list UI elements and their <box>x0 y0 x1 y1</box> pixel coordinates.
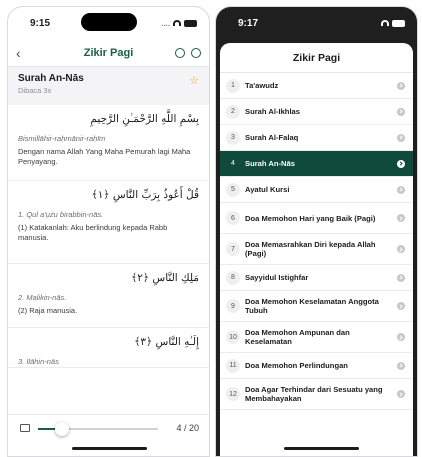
list-item[interactable]: 12 Doa Agar Terhindar dari Sesuatu yang M… <box>220 379 413 410</box>
item-number: 10 <box>226 330 240 344</box>
zikir-list-screen: 9:17 Zikir Pagi 1 Ta'awudz 2 Surah Al-Ikhla… <box>215 6 418 457</box>
zikir-list-sheet[interactable]: Zikir Pagi 1 Ta'awudz 2 Surah Al-Ikhlas 3 Sur… <box>220 43 413 456</box>
list-item[interactable]: 3 Surah Al-Falaq <box>220 125 413 151</box>
chevron-right-icon <box>397 361 405 370</box>
item-number: 12 <box>226 387 240 401</box>
translation-text: (2) Raja manusia. <box>18 306 78 315</box>
chevron-right-icon <box>397 185 405 194</box>
latin-text: 2. Malikin-nās. <box>18 293 67 302</box>
surah-header: Surah An-Nās Dibaca 3x ☆ <box>8 67 209 105</box>
list-item[interactable]: 8 Sayyidul Istighfar <box>220 265 413 291</box>
list-item[interactable]: 10 Doa Memohon Ampunan dan Keselamatan <box>220 322 413 353</box>
list-item[interactable]: 4 Surah An-Nās <box>220 151 413 177</box>
sheet-title: Zikir Pagi <box>220 43 413 73</box>
item-number: 4 <box>231 160 235 167</box>
list-item[interactable]: 7 Doa Memasrahkan Diri kepada Allah (Pagi… <box>220 234 413 265</box>
chevron-right-icon <box>397 133 405 142</box>
item-number: 11 <box>226 358 240 373</box>
verse-block: مَلِكِ النَّاسِ ﴿٢﴾ 2. Malikin-nās. (2) … <box>8 264 209 328</box>
status-time: 9:15 <box>30 17 51 29</box>
item-number: 2 <box>226 104 240 119</box>
counter-icon[interactable] <box>175 47 185 58</box>
wifi-icon <box>381 20 389 26</box>
item-number: 6 <box>226 211 240 225</box>
list-icon[interactable] <box>20 424 30 432</box>
list-item[interactable]: 6 Doa Memohon Hari yang Baik (Pagi) <box>220 203 413 234</box>
home-indicator <box>72 447 147 450</box>
translation-text: (1) Katakanlah: Aku berlindung kepada Ra… <box>18 223 168 242</box>
item-number: 5 <box>226 182 240 197</box>
latin-text: Bismillāhir-raḥmānir-raḥīm <box>18 134 106 143</box>
item-label: Ayatul Kursi <box>245 185 290 194</box>
chevron-right-icon <box>397 333 405 341</box>
home-indicator <box>284 447 359 450</box>
arabic-text: بِسْمِ اللَّهِ الرَّحْمَـٰنِ الرَّحِيمِ <box>90 113 199 125</box>
status-bar: 9:15 .... <box>8 7 209 39</box>
read-count: Dibaca 3x <box>18 86 52 95</box>
list-item[interactable]: 5 Ayatul Kursi <box>220 177 413 203</box>
arabic-text: مَلِكِ النَّاسِ ﴿٢﴾ <box>131 272 199 284</box>
slider-knob[interactable] <box>55 422 69 436</box>
translation-text: Dengan nama Allah Yang Maha Pemurah lagi… <box>18 147 191 166</box>
item-label: Ta'awudz <box>245 81 279 90</box>
item-label: Doa Memohon Hari yang Baik (Pagi) <box>245 213 376 223</box>
chevron-right-icon <box>397 214 405 222</box>
zikir-detail-screen: 9:15 .... ‹ Zikir Pagi Surah An-Nās Diba… <box>7 6 210 457</box>
progress-slider[interactable] <box>38 422 158 436</box>
signal-dots: .... <box>161 18 170 28</box>
latin-text: 3. Ilāhin-nās <box>18 357 59 366</box>
item-label: Doa Agar Terhindar dari Sesuatu yang Mem… <box>245 385 383 403</box>
item-label: Sayyidul Istighfar <box>245 273 309 282</box>
item-number: 3 <box>226 130 240 145</box>
arabic-text: إِلَـٰهِ النَّاسِ ﴿٣﴾ <box>134 336 199 348</box>
dynamic-island <box>81 13 137 31</box>
item-number: 1 <box>226 78 240 93</box>
chevron-right-icon <box>397 245 405 253</box>
status-time: 9:17 <box>238 17 259 29</box>
list-item[interactable]: 9 Doa Memohon Keselamatan Anggota Tubuh <box>220 291 413 322</box>
list-item[interactable]: 11 Doa Memohon Perlindungan <box>220 353 413 379</box>
status-icons <box>381 19 405 27</box>
back-button[interactable]: ‹ <box>16 45 46 61</box>
status-icons: .... <box>161 19 197 28</box>
gear-icon[interactable] <box>191 47 201 58</box>
surah-title: Surah An-Nās <box>18 73 84 84</box>
verse-block: إِلَـٰهِ النَّاسِ ﴿٣﴾ 3. Ilāhin-nās <box>8 328 209 368</box>
item-label: Doa Memasrahkan Diri kepada Allah (Pagi) <box>245 240 376 258</box>
status-bar: 9:17 <box>216 7 417 39</box>
page-title: Zikir Pagi <box>83 46 134 59</box>
nav-bar: ‹ Zikir Pagi <box>8 39 209 67</box>
latin-text: 1. Qul a'ụżu birabbin-nās. <box>18 210 104 219</box>
progress-bar-area: 4 / 20 <box>8 414 209 456</box>
list-item[interactable]: 1 Ta'awudz <box>220 73 413 99</box>
item-label: Doa Memohon Keselamatan Anggota Tubuh <box>245 297 379 315</box>
list-item[interactable]: 2 Surah Al-Ikhlas <box>220 99 413 125</box>
chevron-right-icon <box>397 159 405 168</box>
item-label: Doa Memohon Perlindungan <box>245 361 348 370</box>
favorite-star-icon[interactable]: ☆ <box>189 74 199 87</box>
battery-icon <box>392 19 405 27</box>
item-number: 9 <box>226 299 240 313</box>
chevron-right-icon <box>397 273 405 282</box>
battery-icon <box>184 19 197 27</box>
item-label: Doa Memohon Ampunan dan Keselamatan <box>245 328 350 346</box>
chevron-right-icon <box>397 302 405 310</box>
wifi-icon <box>173 20 181 26</box>
item-number: 8 <box>226 270 240 285</box>
chevron-right-icon <box>397 390 405 398</box>
item-label: Surah Al-Falaq <box>245 133 299 142</box>
verse-block: قُلْ أَعُوذُ بِرَبِّ النَّاسِ ﴿١﴾ 1. Qul… <box>8 181 209 264</box>
item-label: Surah An-Nās <box>245 159 295 168</box>
item-label: Surah Al-Ikhlas <box>245 107 300 116</box>
chevron-right-icon <box>397 107 405 116</box>
zikir-content[interactable]: Surah An-Nās Dibaca 3x ☆ بِسْمِ اللَّهِ … <box>8 67 209 456</box>
arabic-text: قُلْ أَعُوذُ بِرَبِّ النَّاسِ ﴿١﴾ <box>91 189 199 201</box>
page-counter: 4 / 20 <box>176 423 199 433</box>
chevron-right-icon <box>397 81 405 90</box>
item-number: 7 <box>226 242 240 256</box>
zikir-list: 1 Ta'awudz 2 Surah Al-Ikhlas 3 Surah Al-Falaq… <box>220 73 413 410</box>
verse-block: بِسْمِ اللَّهِ الرَّحْمَـٰنِ الرَّحِيمِ … <box>8 105 209 181</box>
